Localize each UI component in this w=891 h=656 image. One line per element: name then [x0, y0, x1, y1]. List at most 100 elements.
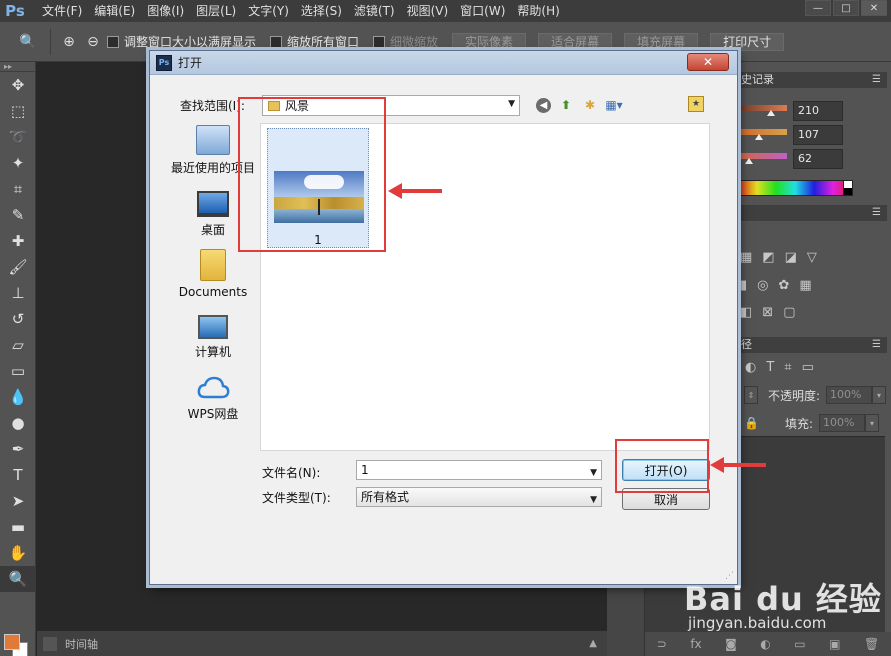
type-tool-icon[interactable]: T: [0, 462, 36, 488]
lookup-table-icon[interactable]: ▦: [799, 278, 811, 293]
resize-windows-checkbox[interactable]: 调整窗口大小以满屏显示: [107, 33, 256, 50]
place-computer[interactable]: 计算机: [168, 315, 258, 360]
threshold-icon[interactable]: ⊠: [762, 305, 773, 320]
scrubby-zoom-checkbox[interactable]: 细微缩放: [373, 33, 438, 50]
type-filter-icon[interactable]: T: [766, 360, 774, 375]
blend-mode-arrow[interactable]: ⇕: [744, 386, 758, 404]
panel-menu-icon[interactable]: ☰: [872, 72, 881, 88]
adjustment-layer-icon[interactable]: ◐: [760, 637, 770, 651]
triangle-icon[interactable]: ▽: [807, 250, 817, 265]
menu-filter[interactable]: 滤镜(T): [348, 0, 401, 22]
menu-file[interactable]: 文件(F): [36, 0, 88, 22]
fill-screen-button[interactable]: 填充屏幕: [624, 32, 699, 51]
fx-icon[interactable]: fx: [690, 637, 701, 651]
file-name-input[interactable]: 1 ▼: [356, 460, 602, 480]
zoom-tool-icon[interactable]: 🔍: [18, 32, 38, 52]
zoom-out-icon[interactable]: ⊖: [83, 32, 103, 52]
fit-screen-button[interactable]: 适合屏幕: [538, 32, 613, 51]
mask-icon[interactable]: ◙: [725, 637, 737, 651]
color-balance-icon[interactable]: ▮: [740, 278, 747, 293]
invert-icon[interactable]: ◧: [740, 305, 752, 320]
exposure-icon[interactable]: ◪: [785, 250, 797, 265]
zoom-all-checkbox[interactable]: 缩放所有窗口: [270, 33, 359, 50]
chevron-down-icon[interactable]: ▼: [590, 464, 597, 482]
curves-icon[interactable]: ◩: [762, 250, 774, 265]
lock-icon[interactable]: 🔒: [744, 416, 759, 430]
green-slider-thumb[interactable]: [755, 134, 763, 140]
up-folder-icon[interactable]: ⬆: [557, 96, 575, 114]
blue-slider-thumb[interactable]: [745, 158, 753, 164]
new-layer-icon[interactable]: ▣: [829, 637, 840, 651]
file-type-dropdown[interactable]: 所有格式 ▼: [356, 487, 602, 507]
actual-pixels-button[interactable]: 实际像素: [452, 32, 527, 51]
back-icon[interactable]: ◀: [536, 97, 551, 113]
camera-icon[interactable]: ◎: [757, 278, 768, 293]
smart-object-filter-icon[interactable]: ▭: [802, 360, 814, 375]
chevron-down-icon[interactable]: ▼: [508, 99, 515, 109]
minimize-button[interactable]: —: [805, 0, 831, 16]
paths-panel-header[interactable]: 径 ☰: [737, 337, 887, 353]
new-folder-icon[interactable]: ✱: [581, 96, 599, 114]
history-brush-tool-icon[interactable]: ↺: [0, 306, 36, 332]
group-icon[interactable]: ▭: [794, 637, 805, 651]
dodge-tool-icon[interactable]: ●: [0, 410, 36, 436]
channel-mixer-icon[interactable]: ✿: [779, 278, 790, 293]
timeline-menu-icon[interactable]: ▲: [589, 638, 597, 649]
link-layers-icon[interactable]: ⊃: [657, 637, 667, 651]
red-value-field[interactable]: 210: [793, 101, 843, 121]
opacity-field[interactable]: 100%: [826, 386, 873, 404]
eraser-tool-icon[interactable]: ▱: [0, 332, 36, 358]
red-slider-thumb[interactable]: [767, 110, 775, 116]
blur-tool-icon[interactable]: 💧: [0, 384, 36, 410]
timeline-grip[interactable]: [43, 636, 57, 651]
black-white-swatch[interactable]: [843, 180, 853, 196]
marquee-tool-icon[interactable]: ⬚: [0, 98, 36, 124]
view-menu-icon[interactable]: ▦▾: [605, 96, 623, 114]
close-app-button[interactable]: ✕: [861, 0, 887, 16]
gradient-tool-icon[interactable]: ▭: [0, 358, 36, 384]
dialog-close-button[interactable]: ✕: [687, 53, 729, 71]
lasso-tool-icon[interactable]: ➰: [0, 124, 36, 150]
blue-value-field[interactable]: 62: [793, 149, 843, 169]
menu-edit[interactable]: 编辑(E): [88, 0, 141, 22]
menu-layer[interactable]: 图层(L): [190, 0, 242, 22]
brush-tool-icon[interactable]: 🖌: [0, 254, 36, 280]
menu-type[interactable]: 文字(Y): [242, 0, 295, 22]
panel-menu-icon[interactable]: ☰: [872, 205, 881, 221]
adjustment-filter-icon[interactable]: ◐: [745, 360, 756, 375]
hand-tool-icon[interactable]: ✋: [0, 540, 36, 566]
zoom-tool-icon[interactable]: 🔍: [0, 566, 36, 592]
pen-tool-icon[interactable]: ✒: [0, 436, 36, 462]
color-spectrum-bar[interactable]: [737, 180, 853, 196]
stamp-tool-icon[interactable]: ⊥: [0, 280, 36, 306]
menu-window[interactable]: 窗口(W): [454, 0, 511, 22]
foreground-color-swatch[interactable]: [4, 634, 20, 650]
fill-dropdown-arrow[interactable]: ▾: [865, 414, 879, 432]
selective-color-icon[interactable]: ▢: [783, 305, 795, 320]
green-value-field[interactable]: 107: [793, 125, 843, 145]
levels-icon[interactable]: ▦: [740, 250, 752, 265]
opacity-dropdown-arrow[interactable]: ▾: [872, 386, 887, 404]
magic-wand-tool-icon[interactable]: ✦: [0, 150, 36, 176]
place-wps-cloud[interactable]: WPS网盘: [168, 375, 258, 422]
red-slider-track[interactable]: [737, 105, 787, 111]
eyedropper-tool-icon[interactable]: ✎: [0, 202, 36, 228]
place-documents[interactable]: Documents: [168, 249, 258, 299]
chevron-down-icon[interactable]: ▼: [590, 491, 597, 509]
maximize-button[interactable]: □: [833, 0, 859, 16]
menu-select[interactable]: 选择(S): [295, 0, 348, 22]
menu-image[interactable]: 图像(I): [141, 0, 190, 22]
menu-view[interactable]: 视图(V): [401, 0, 455, 22]
move-tool-icon[interactable]: ✥: [0, 72, 36, 98]
timeline-label[interactable]: 时间轴: [65, 636, 98, 652]
history-panel-header[interactable]: 史记录 ☰: [737, 72, 887, 88]
zoom-in-icon[interactable]: ⊕: [59, 32, 79, 52]
print-size-button[interactable]: 打印尺寸: [710, 32, 785, 51]
shape-filter-icon[interactable]: ⌗: [784, 360, 791, 375]
healing-brush-tool-icon[interactable]: ✚: [0, 228, 36, 254]
trash-icon[interactable]: 🗑: [864, 637, 879, 651]
dialog-title-bar[interactable]: Ps 打开 ✕: [150, 51, 737, 75]
shape-tool-icon[interactable]: ▬: [0, 514, 36, 540]
crop-tool-icon[interactable]: ⌗: [0, 176, 36, 202]
fill-field[interactable]: 100%: [819, 414, 865, 432]
